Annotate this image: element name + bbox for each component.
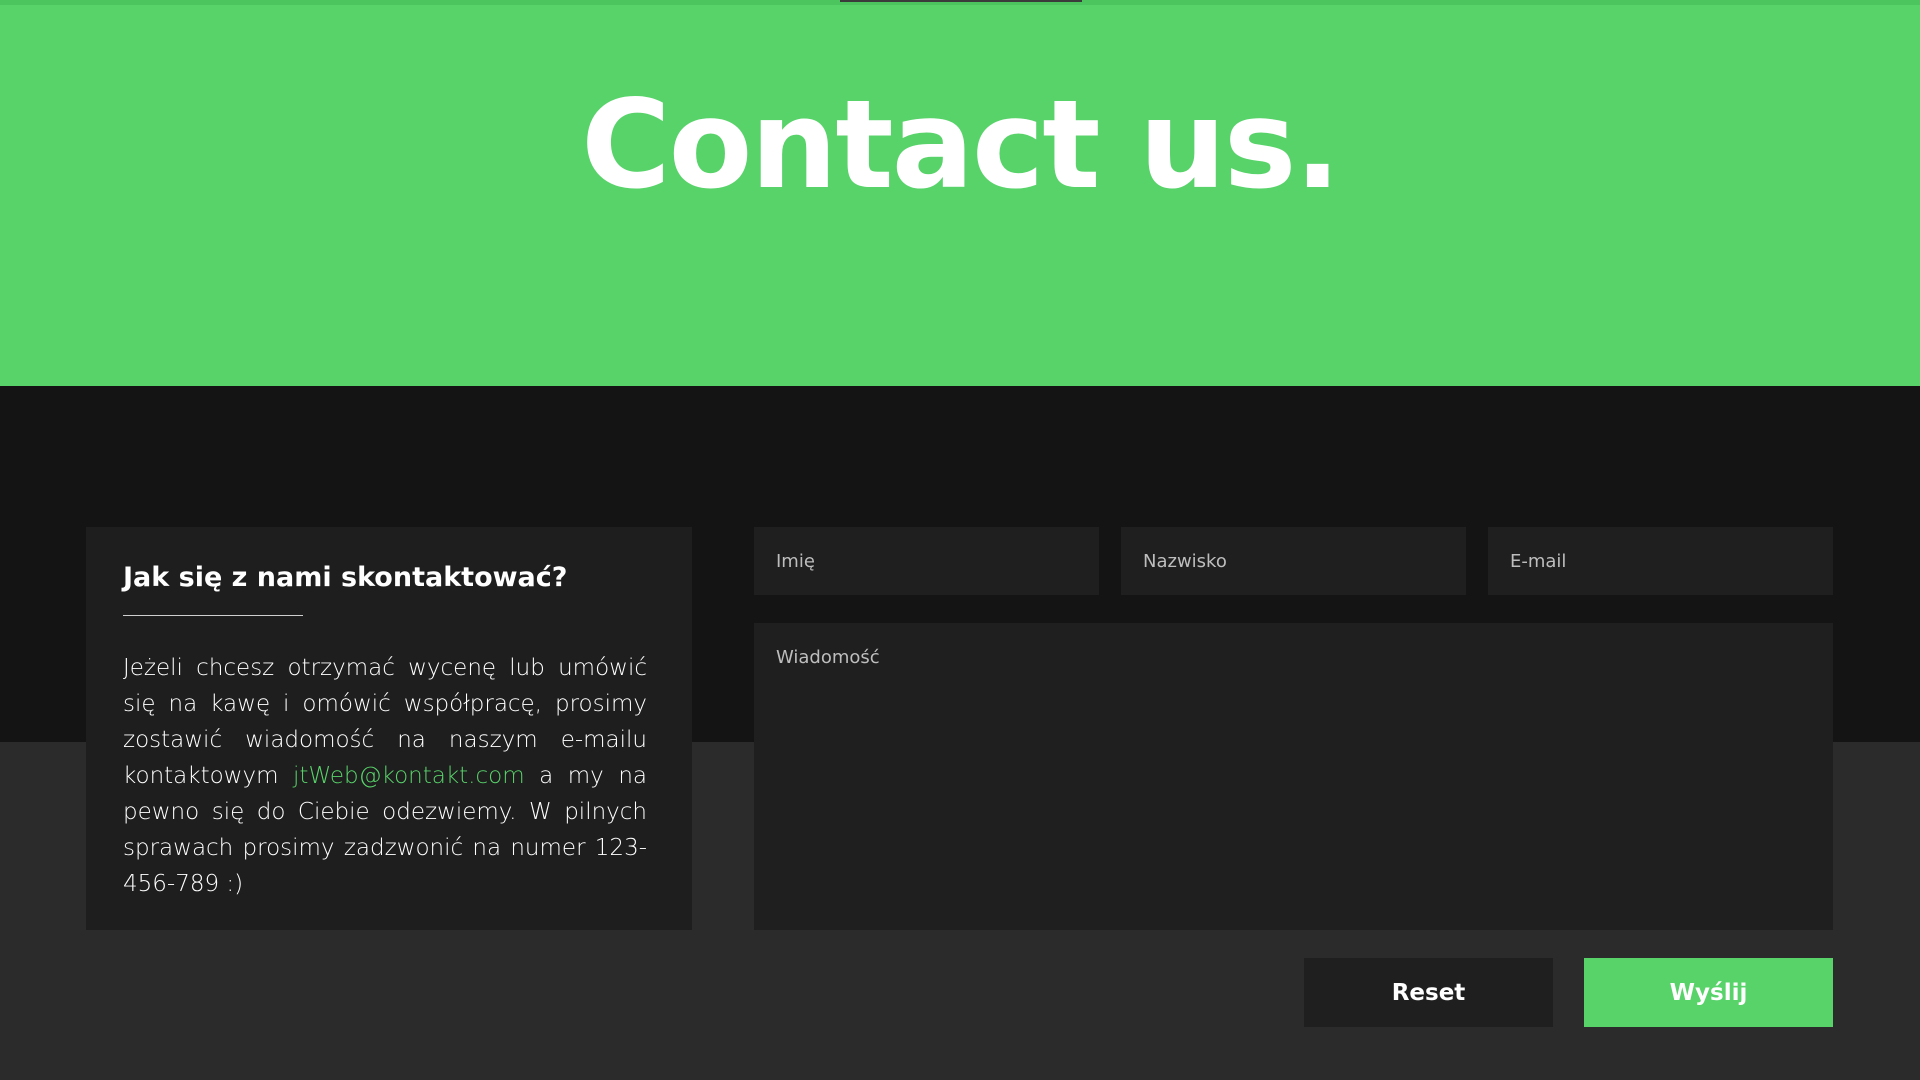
nav-active-indicator [840,0,1082,2]
message-textarea[interactable] [754,623,1833,930]
page-title: Contact us. [581,74,1341,216]
heading-divider [123,615,303,617]
first-name-input[interactable] [754,527,1099,595]
contact-email-link[interactable]: jtWeb@kontakt.com [293,763,525,789]
send-button[interactable]: Wyślij [1584,958,1833,1027]
reset-button[interactable]: Reset [1304,958,1553,1027]
email-input[interactable] [1488,527,1833,595]
contact-info-card: Jak się z nami skontaktować? Jeżeli chce… [86,527,692,930]
contact-info-text: Jeżeli chcesz otrzymać wycenę lub umówić… [123,650,647,902]
hero-banner: Contact us. [0,0,1920,386]
contact-info-heading: Jak się z nami skontaktować? [123,562,568,593]
last-name-input[interactable] [1121,527,1466,595]
